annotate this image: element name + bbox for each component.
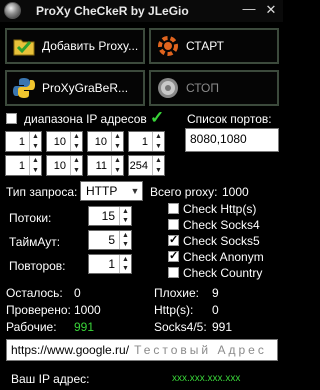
ip-range-checkbox-box[interactable] — [6, 113, 17, 124]
request-type-select[interactable]: HTTP ▼ — [80, 181, 143, 201]
bad-value: 9 — [212, 286, 219, 300]
minimize-icon[interactable]: — — [240, 2, 258, 18]
timeout-spinner[interactable]: 5 ▲ ▼ — [88, 230, 132, 250]
ip-start-octet-4[interactable]: 1 ▲ ▼ — [128, 131, 165, 152]
total-proxy-label: Всего proxy: — [150, 185, 218, 199]
chevron-down-icon: ▼ — [130, 186, 140, 196]
ip-address-value: xxx.xxx.xxx.xxx — [172, 373, 241, 384]
ip-address-label: Ваш IP адрес: — [11, 372, 90, 386]
check-socks5-checkbox[interactable] — [168, 233, 179, 249]
stop-label: СТОП — [186, 81, 220, 95]
https-label: Http(s): — [154, 303, 194, 317]
add-proxy-button[interactable]: Добавить Proxy... — [5, 28, 145, 64]
ip-end-octet-1[interactable]: 1 ▲ ▼ — [5, 155, 42, 176]
check-anonym-checkbox[interactable] — [168, 249, 179, 265]
ip-end-octet-4[interactable]: 254 ▲ ▼ — [128, 155, 165, 176]
check-anonym-box[interactable] — [168, 249, 179, 262]
check-http-checkbox[interactable] — [168, 203, 179, 217]
remaining-value: 0 — [74, 286, 81, 300]
remaining-label: Осталось: — [6, 286, 63, 300]
check-socks4-box[interactable] — [168, 219, 179, 230]
https-value: 0 — [212, 303, 219, 317]
working-value: 991 — [74, 320, 95, 334]
window-title: ProXy CheCkeR by JLeGio — [36, 4, 189, 18]
test-url-value: https://www.google.ru/ — [11, 343, 130, 357]
test-url-placeholder: Тестовый Адрес — [134, 343, 267, 357]
checkmark-icon: ✓ — [150, 108, 165, 127]
ip-start-octet-3[interactable]: 10 ▲ ▼ — [87, 131, 124, 152]
request-type-label: Тип запроса: — [6, 185, 78, 199]
check-http-label: Check Http(s) — [183, 202, 257, 216]
ip-range-label: диапазона IP адресов — [24, 112, 147, 126]
ip-start-octet-1[interactable]: 1 ▲ ▼ — [5, 131, 42, 152]
check-socks4-label: Check Socks4 — [183, 218, 260, 232]
check-country-box[interactable] — [168, 267, 179, 278]
threads-label: Потоки: — [9, 211, 52, 225]
check-socks5-box[interactable] — [168, 233, 179, 246]
add-proxy-label: Добавить Proxy... — [42, 39, 139, 53]
retries-spinner[interactable]: 1 ▲ ▼ — [88, 254, 132, 274]
retries-label: Повторов: — [9, 259, 66, 273]
check-country-label: Check Country — [183, 266, 263, 280]
python-icon — [13, 78, 35, 98]
ip-end-octet-3[interactable]: 11 ▲ ▼ — [87, 155, 124, 176]
start-label: СТАРТ — [186, 39, 224, 53]
grabber-button[interactable]: ProXyGraBeR... — [5, 70, 145, 106]
grabber-label: ProXyGraBeR... — [42, 81, 129, 95]
socks-value: 991 — [212, 320, 233, 334]
ip-end-octet-2[interactable]: 10 ▲ ▼ — [46, 155, 83, 176]
ports-label: Список портов: — [187, 112, 272, 126]
bad-label: Плохие: — [154, 286, 200, 300]
threads-spinner[interactable]: 15 ▲ ▼ — [88, 206, 132, 226]
working-label: Рабочие: — [6, 320, 57, 334]
close-icon[interactable]: ✕ — [262, 2, 280, 18]
check-http-box[interactable] — [168, 203, 179, 214]
gear-icon — [158, 36, 178, 56]
socks-label: Socks4/5: — [154, 320, 207, 334]
stop-button[interactable]: СТОП — [149, 70, 279, 106]
ip-range-checkbox[interactable] — [6, 113, 17, 127]
check-anonym-label: Check Anonym — [183, 250, 264, 264]
ip-start-octet-2[interactable]: 10 ▲ ▼ — [46, 131, 83, 152]
stop-icon — [158, 78, 178, 98]
title-bar: ProXy CheCkeR by JLeGio — ✕ — [0, 0, 283, 22]
ports-input[interactable]: 8080,1080 — [185, 128, 279, 152]
check-socks4-checkbox[interactable] — [168, 219, 179, 233]
total-proxy-value: 1000 — [222, 185, 249, 199]
checked-label: Проверено: — [6, 303, 71, 317]
timeout-label: ТаймАут: — [9, 235, 61, 249]
check-country-checkbox[interactable] — [168, 267, 179, 281]
globe-icon — [4, 2, 21, 19]
request-type-value: HTTP — [86, 184, 118, 198]
check-socks5-label: Check Socks5 — [183, 234, 260, 248]
start-button[interactable]: СТАРТ — [149, 28, 279, 64]
folder-icon — [13, 39, 35, 56]
checked-value: 1000 — [74, 303, 101, 317]
test-url-input[interactable]: https://www.google.ru/ Тестовый Адрес — [6, 339, 278, 361]
